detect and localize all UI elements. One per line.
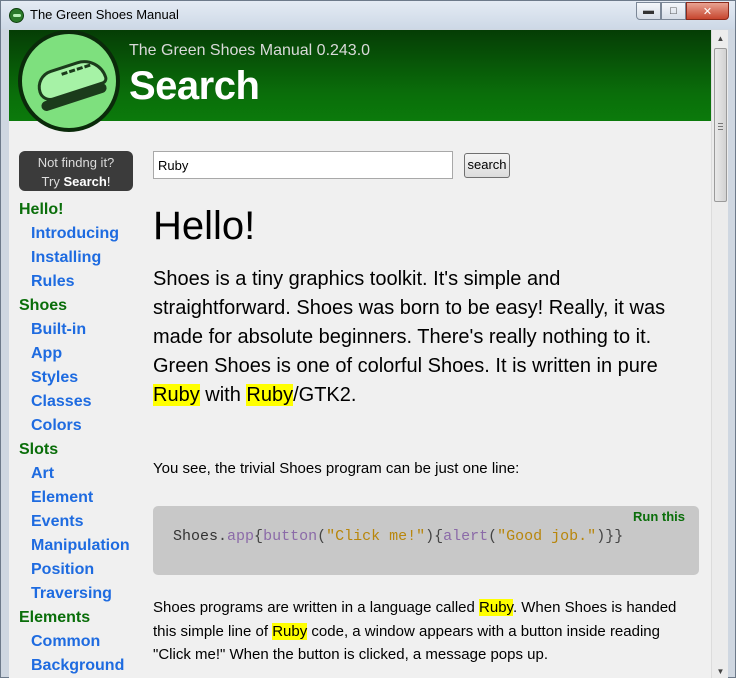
code-line: Shoes.app{button("Click me!"){alert("Goo… — [173, 528, 624, 545]
sidebar-item-hello[interactable]: Hello! — [19, 201, 63, 219]
sidebar-item-styles[interactable]: Styles — [31, 369, 78, 387]
help-try-line: Try Search! — [41, 174, 111, 189]
window-title: The Green Shoes Manual — [30, 7, 179, 22]
search-input[interactable]: Ruby — [153, 151, 453, 179]
section-heading: Hello! — [153, 204, 256, 248]
sidebar-item-rules[interactable]: Rules — [31, 273, 75, 291]
shoes-app-icon — [9, 8, 24, 23]
sidebar-item-element[interactable]: Element — [31, 489, 93, 507]
search-highlight: Ruby — [479, 599, 513, 616]
search-link[interactable]: Search — [63, 174, 106, 189]
sidebar-item-built-in[interactable]: Built-in — [31, 321, 86, 339]
sidebar-item-slots[interactable]: Slots — [19, 441, 58, 459]
sidebar-item-shoes[interactable]: Shoes — [19, 297, 67, 315]
search-highlight: Ruby — [246, 384, 294, 406]
body-paragraph: Shoes programs are written in a language… — [153, 599, 677, 663]
sidebar-item-traversing[interactable]: Traversing — [31, 585, 112, 603]
body-paragraph: You see, the trivial Shoes program can b… — [153, 460, 520, 477]
app-window: The Green Shoes Manual ▬ □ ✕ The Green S… — [0, 0, 736, 678]
sidebar-item-classes[interactable]: Classes — [31, 393, 92, 411]
code-example: Run this Shoes.app{button("Click me!"){a… — [153, 506, 699, 575]
minimize-button[interactable]: ▬ — [636, 2, 661, 20]
sidebar-item-elements[interactable]: Elements — [19, 609, 90, 627]
window-controls: ▬ □ ✕ — [636, 2, 729, 21]
sidebar-item-installing[interactable]: Installing — [31, 249, 101, 267]
sidebar-item-background[interactable]: Background — [31, 657, 124, 675]
page-title: Search — [129, 64, 260, 108]
try-search-button[interactable]: Not findng it? Try Search! — [19, 151, 133, 191]
sidebar-item-position[interactable]: Position — [31, 561, 94, 579]
search-highlight: Ruby — [272, 622, 308, 640]
search-highlight: Ruby — [153, 384, 200, 406]
scroll-down-icon[interactable]: ▼ — [712, 663, 728, 678]
maximize-button[interactable]: □ — [661, 2, 686, 20]
intro-paragraph: Shoes is a tiny graphics toolkit. It's s… — [153, 268, 666, 406]
sidebar-item-art[interactable]: Art — [31, 465, 54, 483]
scroll-up-icon[interactable]: ▲ — [712, 30, 728, 46]
search-button[interactable]: search — [464, 153, 510, 178]
manual-page: The Green Shoes Manual 0.243.0 Search No… — [9, 30, 728, 678]
run-this-link[interactable]: Run this — [633, 509, 685, 524]
vertical-scrollbar[interactable]: ▲ ▼ — [711, 30, 728, 678]
sidebar-item-manipulation[interactable]: Manipulation — [31, 537, 130, 555]
sidebar-item-common[interactable]: Common — [31, 633, 100, 651]
page-header: The Green Shoes Manual 0.243.0 Search — [9, 30, 711, 132]
sidebar-item-events[interactable]: Events — [31, 513, 83, 531]
sidebar-item-introducing[interactable]: Introducing — [31, 225, 119, 243]
sidebar-item-app[interactable]: App — [31, 345, 62, 363]
manual-version: The Green Shoes Manual 0.243.0 — [129, 42, 371, 59]
scroll-thumb[interactable] — [714, 48, 727, 202]
sidebar-item-colors[interactable]: Colors — [31, 417, 82, 435]
green-shoe-logo — [18, 30, 120, 132]
close-button[interactable]: ✕ — [686, 2, 729, 20]
title-bar[interactable]: The Green Shoes Manual ▬ □ ✕ — [1, 1, 735, 29]
help-text: Not findng it? — [37, 155, 115, 170]
